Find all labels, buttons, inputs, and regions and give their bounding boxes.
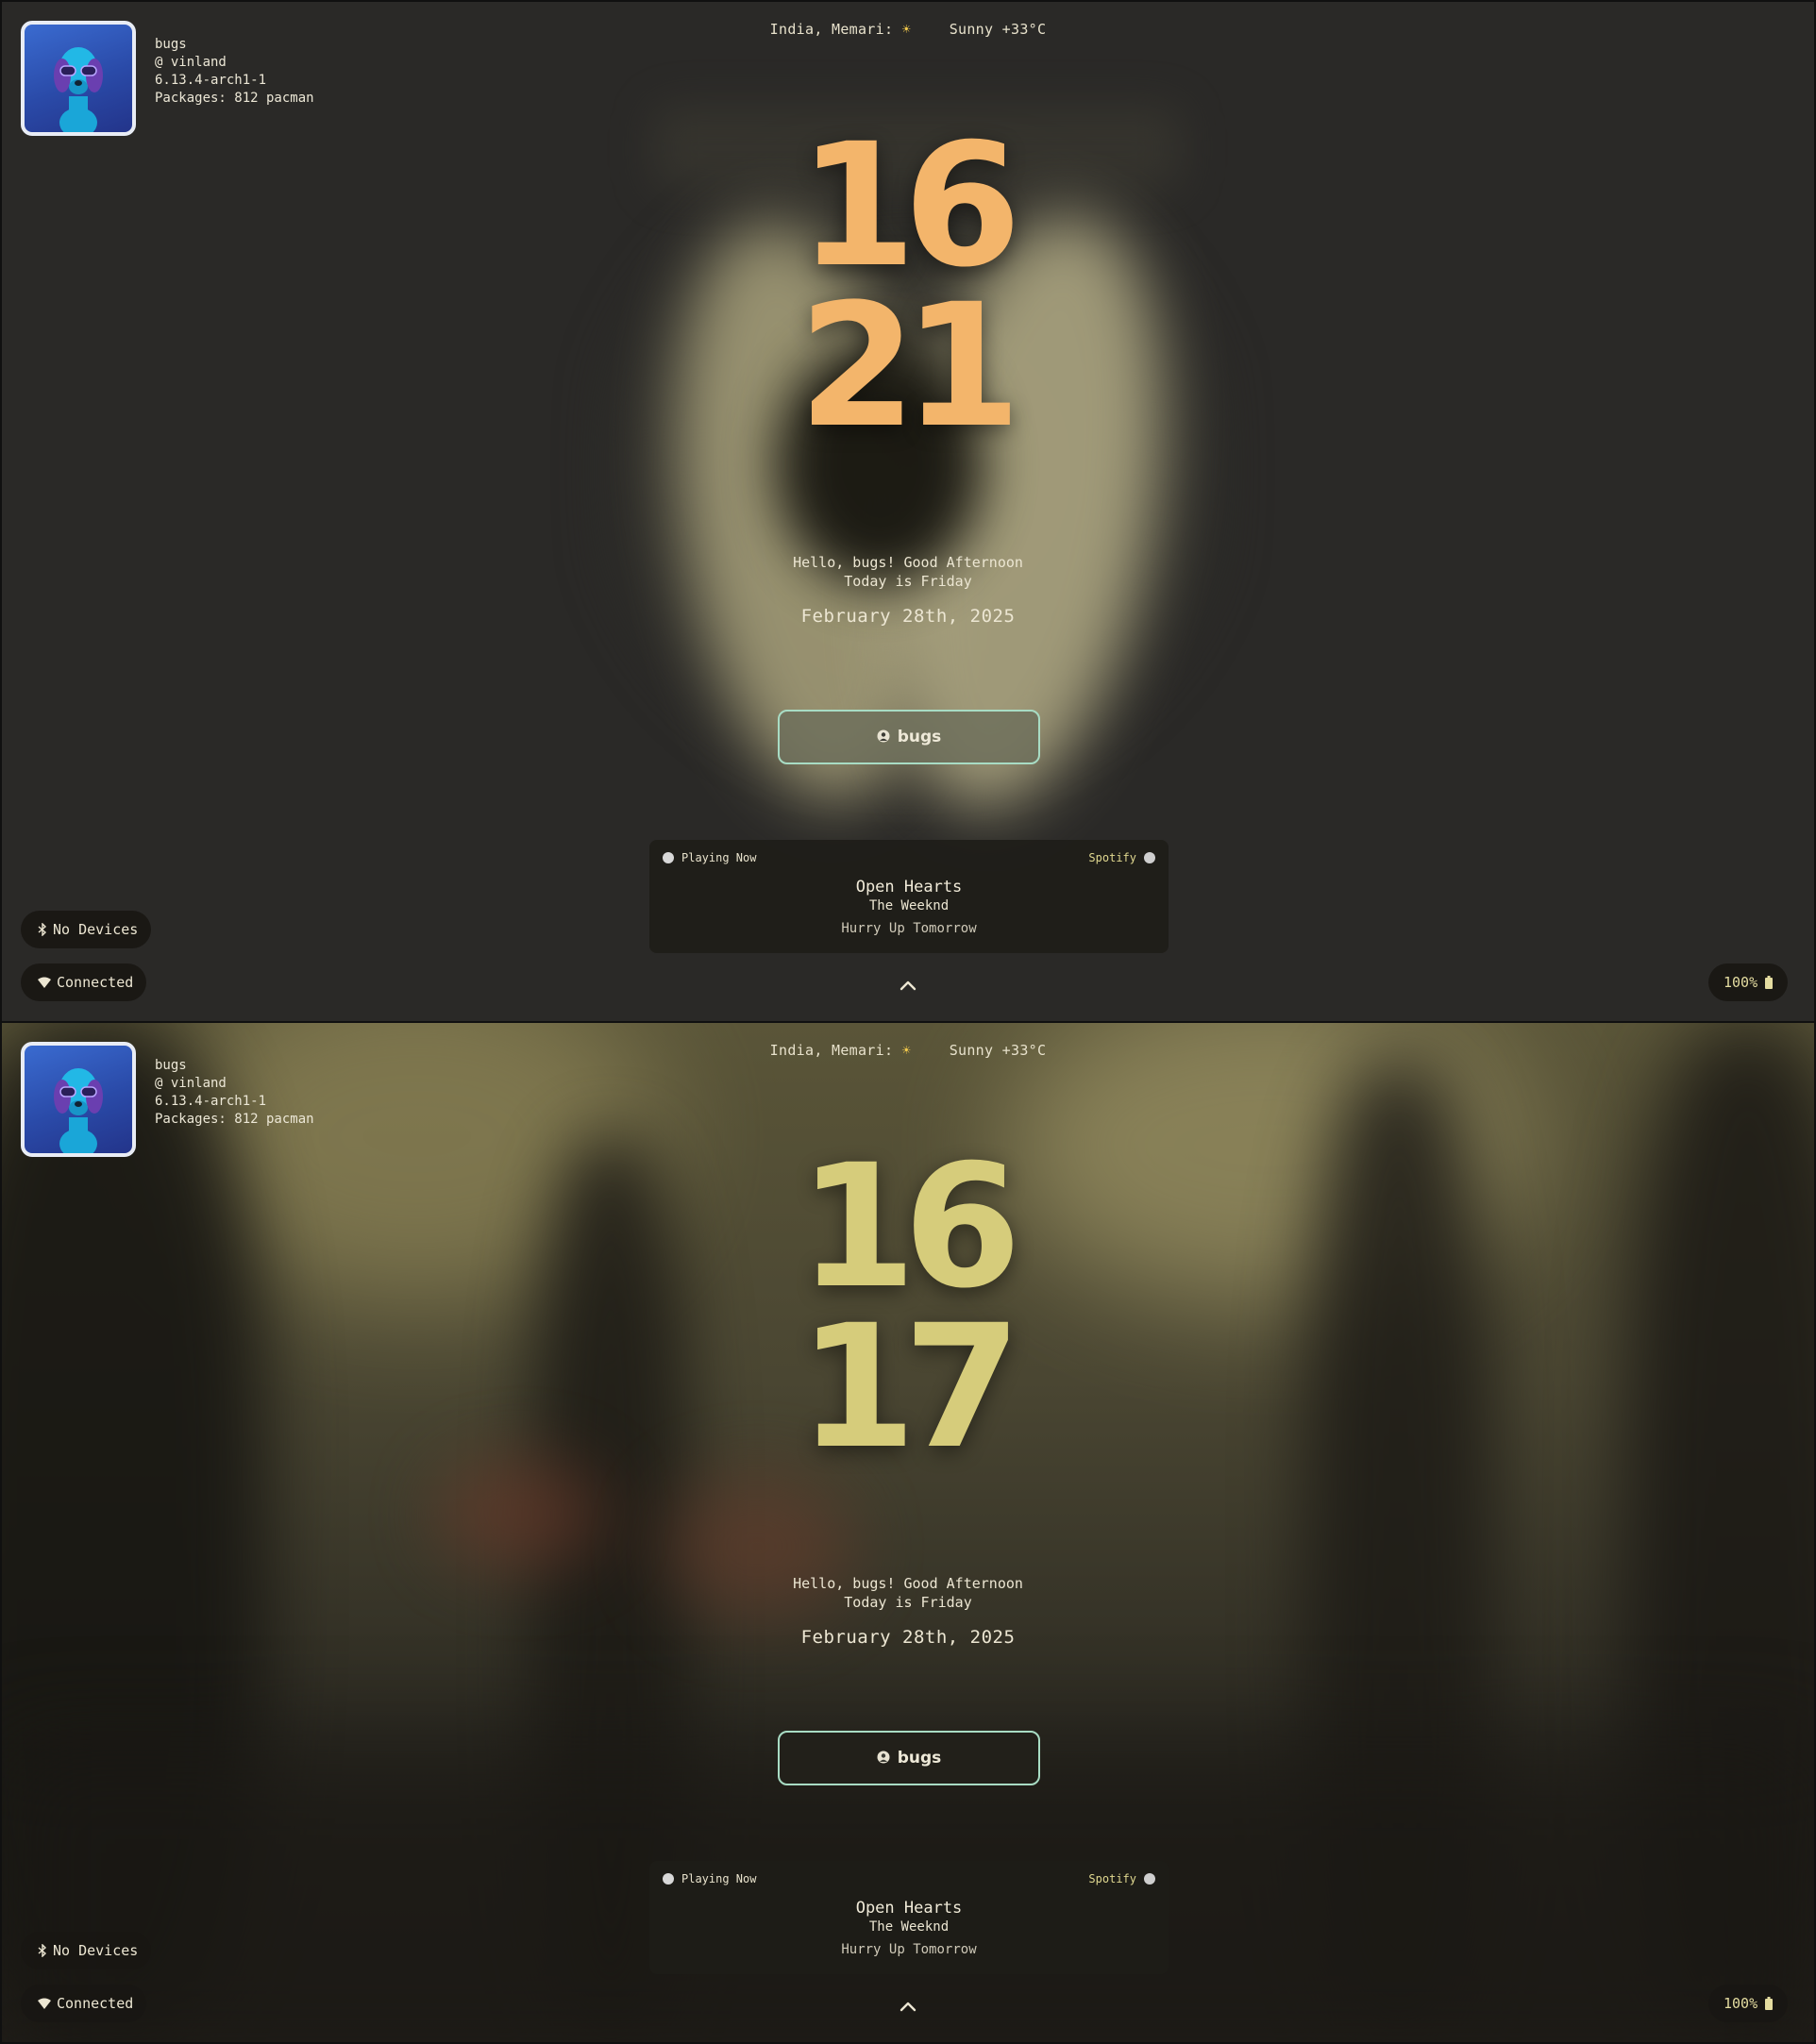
profile-card: bugs @ vinland 6.13.4-arch1-1 Packages: … — [21, 21, 314, 136]
user-icon — [877, 1751, 890, 1766]
network-status[interactable]: Connected — [21, 1985, 147, 2022]
weather-condition: Sunny +33°C — [949, 21, 1047, 38]
sun-icon: ☀ — [901, 1042, 911, 1059]
date-text: February 28th, 2025 — [800, 1627, 1016, 1648]
wifi-icon — [38, 1998, 51, 2009]
player-source: Spotify — [1088, 1872, 1155, 1885]
music-note-icon — [663, 1873, 674, 1885]
avatar — [21, 1042, 136, 1157]
clock-hour: 16 — [798, 1129, 1022, 1326]
screenshot-collage: bugs @ vinland 6.13.4-arch1-1 Packages: … — [0, 0, 1816, 2044]
playing-status-label: Playing Now — [681, 1872, 757, 1885]
chevron-up-icon[interactable] — [897, 976, 919, 995]
weekday-line: Today is Friday — [844, 1594, 972, 1611]
weekday-line: Today is Friday — [844, 573, 972, 590]
greeting-line: Hello, bugs! Good Afternoon — [793, 1575, 1023, 1592]
user-button-label: bugs — [897, 728, 942, 746]
packages-text: Packages: 812 pacman — [155, 91, 314, 106]
system-info: bugs @ vinland 6.13.4-arch1-1 Packages: … — [155, 36, 314, 108]
track-artist: The Weeknd — [868, 898, 950, 913]
bluetooth-off-icon — [38, 1944, 47, 1957]
kernel-text: 6.13.4-arch1-1 — [155, 1094, 267, 1109]
player-source-label: Spotify — [1088, 851, 1136, 864]
user-button-label: bugs — [897, 1749, 942, 1768]
battery-icon — [1765, 976, 1774, 989]
playing-status-label: Playing Now — [681, 851, 757, 864]
greeting-line: Hello, bugs! Good Afternoon — [793, 554, 1023, 571]
bluetooth-off-icon — [38, 923, 47, 936]
spotify-icon — [1144, 1873, 1155, 1885]
battery-status[interactable]: 100% — [1708, 1985, 1789, 2022]
host-text: @ vinland — [155, 1076, 227, 1091]
username-text: bugs — [155, 1058, 187, 1073]
system-info: bugs @ vinland 6.13.4-arch1-1 Packages: … — [155, 1057, 314, 1129]
weather-condition: Sunny +33°C — [949, 1042, 1047, 1059]
bluetooth-label: No Devices — [53, 921, 139, 938]
weather-location: India, Memari: — [769, 1042, 894, 1059]
lockscreen-2: bugs @ vinland 6.13.4-arch1-1 Packages: … — [2, 1023, 1814, 2042]
weather-widget: India, Memari: ☀ Sunny +33°C — [2, 1042, 1814, 1059]
network-label: Connected — [57, 1995, 134, 2012]
player-source: Spotify — [1088, 851, 1155, 864]
clock-minute: 17 — [798, 1289, 1022, 1486]
greeting: Hello, bugs! Good Afternoon Today is Fri… — [2, 1574, 1814, 1612]
username-text: bugs — [155, 37, 187, 52]
track-title: Open Hearts — [855, 1899, 963, 1918]
bluetooth-status[interactable]: No Devices — [21, 911, 152, 948]
spotify-icon — [1144, 852, 1155, 863]
media-player[interactable]: Playing Now Spotify Open Hearts The Week… — [649, 1861, 1169, 1974]
lockscreen-1: bugs @ vinland 6.13.4-arch1-1 Packages: … — [2, 2, 1814, 1021]
bluetooth-label: No Devices — [53, 1942, 139, 1959]
track-album: Hurry Up Tomorrow — [841, 1942, 977, 1957]
battery-label: 100% — [1724, 974, 1758, 991]
battery-status[interactable]: 100% — [1708, 963, 1789, 1001]
profile-card: bugs @ vinland 6.13.4-arch1-1 Packages: … — [21, 1042, 314, 1157]
packages-text: Packages: 812 pacman — [155, 1112, 314, 1127]
music-note-icon — [663, 852, 674, 863]
track-artist: The Weeknd — [868, 1919, 950, 1935]
user-login-button[interactable]: bugs — [778, 710, 1040, 764]
user-login-button[interactable]: bugs — [778, 1731, 1040, 1785]
playing-status: Playing Now — [663, 851, 756, 864]
network-label: Connected — [57, 974, 134, 991]
sun-icon: ☀ — [901, 21, 911, 38]
clock: 16 17 — [2, 1129, 1814, 1486]
media-player[interactable]: Playing Now Spotify Open Hearts The Week… — [649, 840, 1169, 953]
bluetooth-status[interactable]: No Devices — [21, 1932, 152, 1969]
chevron-up-icon[interactable] — [897, 1997, 919, 2016]
greeting: Hello, bugs! Good Afternoon Today is Fri… — [2, 553, 1814, 591]
network-status[interactable]: Connected — [21, 963, 147, 1001]
battery-icon — [1765, 1997, 1774, 2010]
date-text: February 28th, 2025 — [800, 606, 1016, 627]
weather-location: India, Memari: — [769, 21, 894, 38]
battery-label: 100% — [1724, 1995, 1758, 2012]
host-text: @ vinland — [155, 55, 227, 70]
kernel-text: 6.13.4-arch1-1 — [155, 73, 267, 88]
user-icon — [877, 729, 890, 745]
clock-minute: 21 — [798, 268, 1022, 465]
track-album: Hurry Up Tomorrow — [841, 921, 977, 936]
track-title: Open Hearts — [855, 878, 963, 896]
clock-hour: 16 — [798, 108, 1022, 305]
playing-status: Playing Now — [663, 1872, 756, 1885]
clock: 16 21 — [2, 108, 1814, 465]
player-source-label: Spotify — [1088, 1872, 1136, 1885]
avatar — [21, 21, 136, 136]
wifi-icon — [38, 977, 51, 988]
weather-widget: India, Memari: ☀ Sunny +33°C — [2, 21, 1814, 38]
